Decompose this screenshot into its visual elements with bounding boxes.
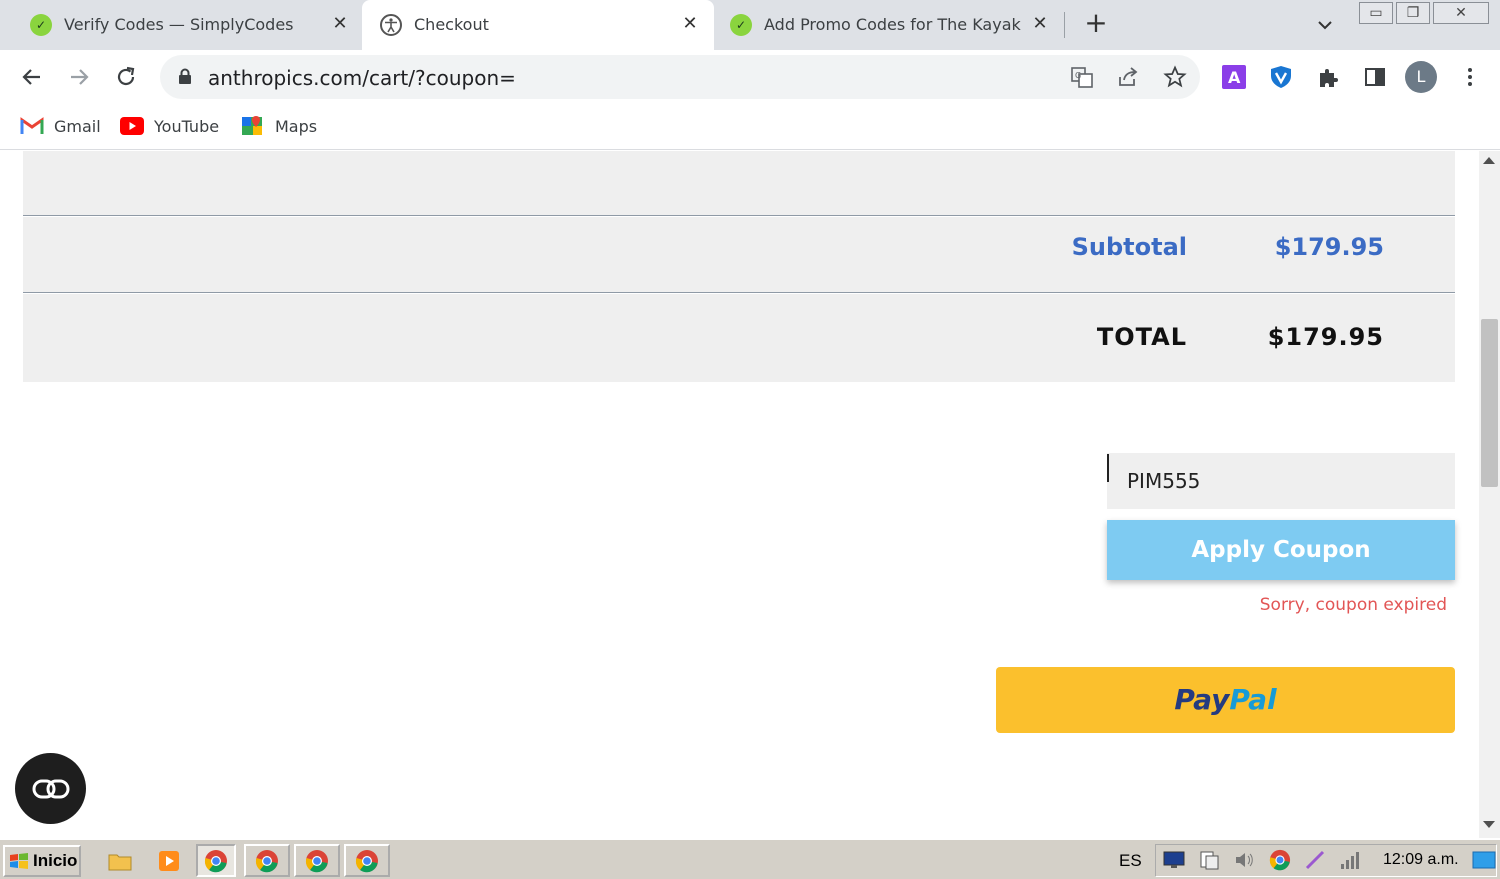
checkout-page: Subtotal $179.95 TOTAL $179.95 Apply Cou… — [0, 151, 1479, 838]
link-icon — [32, 779, 69, 798]
subtotal-label: Subtotal — [1071, 233, 1187, 261]
close-icon[interactable]: ✕ — [330, 13, 350, 35]
extension-a-icon[interactable]: A — [1222, 65, 1246, 89]
svg-text:A: A — [1228, 68, 1241, 87]
simplycodes-icon: ✓ — [730, 14, 752, 36]
chrome-window-1[interactable] — [244, 844, 290, 877]
page-scrollbar[interactable] — [1479, 151, 1500, 838]
bookmark-label: YouTube — [154, 116, 220, 136]
paypal-logo-part2: Pal — [1229, 683, 1277, 716]
monitor-icon[interactable] — [1163, 849, 1185, 871]
close-icon[interactable]: ✕ — [680, 13, 700, 35]
chrome-window-3[interactable] — [344, 844, 390, 877]
avatar[interactable]: L — [1405, 61, 1437, 93]
chevron-down-icon[interactable] — [1314, 14, 1336, 36]
simplycodes-icon: ✓ — [30, 14, 52, 36]
folder-icon[interactable] — [103, 844, 137, 877]
apply-coupon-button[interactable]: Apply Coupon — [1107, 520, 1455, 580]
chrome-icon — [355, 849, 378, 872]
text-cursor — [1107, 454, 1109, 482]
subtotal-row: Subtotal $179.95 — [23, 217, 1455, 293]
translate-icon[interactable]: G — [1070, 65, 1094, 89]
forward-button[interactable] — [64, 62, 94, 92]
chrome-icon — [255, 849, 278, 872]
tab-title: Verify Codes — SimplyCodes — [64, 15, 294, 34]
chrome-window-2[interactable] — [294, 844, 340, 877]
side-panel-icon[interactable] — [1363, 65, 1387, 89]
volume-icon[interactable] — [1233, 849, 1255, 871]
lock-icon — [178, 68, 192, 84]
paypal-logo-part1: Pay — [1174, 683, 1230, 716]
order-summary-header — [23, 151, 1455, 216]
close-icon[interactable]: ✕ — [1030, 13, 1050, 35]
start-label: Inicio — [33, 851, 78, 870]
tab-separator — [1064, 12, 1065, 38]
tab-title: Checkout — [414, 15, 489, 34]
tab-title: Add Promo Codes for The Kayak Lea — [764, 15, 1022, 34]
chrome-taskbar-active[interactable] — [196, 844, 236, 877]
chrome-icon — [305, 849, 328, 872]
bookmark-star-icon[interactable] — [1163, 65, 1187, 89]
shield-icon[interactable] — [1269, 65, 1293, 89]
tab-checkout[interactable]: Checkout ✕ — [362, 0, 714, 50]
minimize-button[interactable]: ▭ — [1359, 2, 1393, 24]
total-label: TOTAL — [1096, 323, 1187, 351]
start-button[interactable]: Inicio — [3, 845, 81, 877]
reload-button[interactable] — [111, 62, 141, 92]
total-row: TOTAL $179.95 — [23, 294, 1455, 382]
taskbar: Inicio ES 12:09 a.m. — [0, 838, 1500, 879]
coupon-input[interactable] — [1107, 453, 1455, 509]
tab-strip: ✓ Verify Codes — SimplyCodes ✕ Checkout … — [0, 0, 1500, 50]
network-icon[interactable] — [1198, 849, 1220, 871]
windows-logo-icon — [10, 853, 28, 869]
close-window-button[interactable]: ✕ — [1433, 2, 1489, 24]
url-text: anthropics.com/cart/?coupon= — [208, 66, 516, 90]
media-player-icon[interactable] — [152, 844, 186, 877]
bookmark-label: Gmail — [54, 116, 101, 136]
subtotal-value: $179.95 — [1274, 233, 1384, 261]
bookmark-label: Maps — [275, 116, 318, 136]
share-icon[interactable] — [1116, 65, 1140, 89]
clock: 12:09 a.m. — [1383, 851, 1459, 868]
scroll-up-arrow-icon[interactable] — [1483, 157, 1495, 164]
new-tab-button[interactable]: + — [1082, 9, 1110, 38]
signal-icon[interactable] — [1339, 849, 1361, 871]
paypal-button[interactable]: PayPal — [996, 667, 1455, 733]
maps-icon — [241, 116, 265, 136]
bookmark-gmail[interactable]: Gmail — [20, 114, 101, 138]
accessibility-icon — [380, 14, 402, 36]
svg-text:G: G — [1075, 71, 1081, 80]
tab-verify-codes[interactable]: ✓ Verify Codes — SimplyCodes ✕ — [0, 0, 362, 50]
tab-add-promo-codes[interactable]: ✓ Add Promo Codes for The Kayak Lea ✕ — [714, 0, 1062, 50]
scroll-down-arrow-icon[interactable] — [1483, 821, 1495, 828]
address-bar[interactable]: anthropics.com/cart/?coupon= G — [160, 55, 1200, 99]
scrollbar-thumb[interactable] — [1481, 319, 1498, 487]
show-desktop-icon[interactable] — [1472, 849, 1496, 871]
chrome-icon — [204, 849, 227, 872]
restore-button[interactable]: ❐ — [1396, 2, 1430, 24]
accessibility-widget-button[interactable] — [15, 753, 86, 824]
total-value: $179.95 — [1267, 323, 1384, 351]
more-menu-icon[interactable] — [1458, 65, 1482, 89]
bookmarks-bar: Gmail YouTube Maps — [0, 104, 1500, 150]
language-indicator[interactable]: ES — [1119, 851, 1142, 871]
bookmark-youtube[interactable]: YouTube — [120, 114, 219, 138]
bookmark-maps[interactable]: Maps — [241, 114, 317, 138]
gmail-icon — [20, 116, 44, 136]
puzzle-icon[interactable] — [1316, 65, 1340, 89]
chrome-icon[interactable] — [1269, 849, 1291, 871]
pen-icon[interactable] — [1304, 849, 1326, 871]
coupon-error-message: Sorry, coupon expired — [1259, 595, 1447, 615]
youtube-icon — [120, 116, 144, 136]
back-button[interactable] — [17, 62, 47, 92]
browser-toolbar: anthropics.com/cart/?coupon= G A L — [0, 50, 1500, 104]
